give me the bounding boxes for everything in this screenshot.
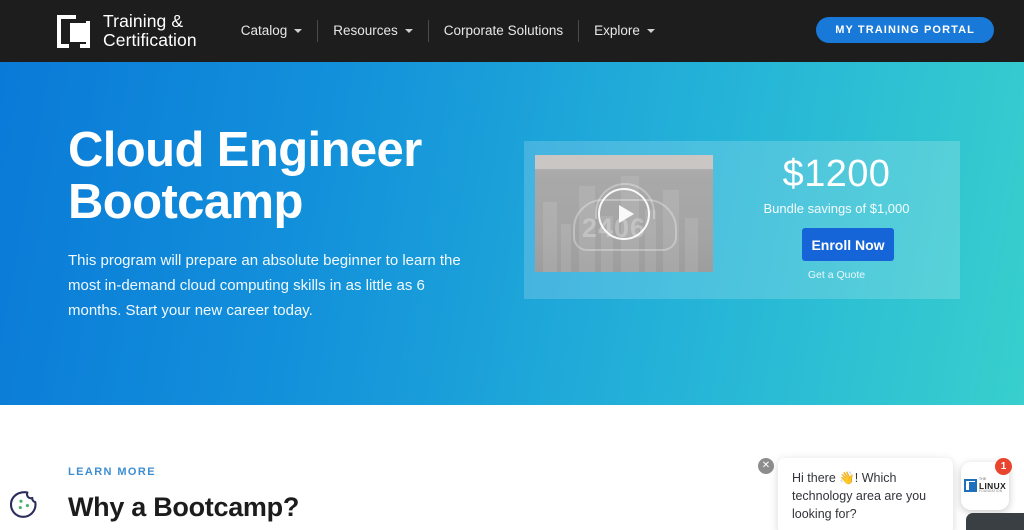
nav-item-catalog[interactable]: Catalog <box>226 20 319 42</box>
chat-message-bubble[interactable]: Hi there 👋! Which technology area are yo… <box>778 458 953 530</box>
nav-label: Resources <box>333 23 398 38</box>
video-thumbnail[interactable]: 2406 <box>535 155 713 272</box>
hero-description: This program will prepare an absolute be… <box>68 252 461 319</box>
hero-title-line-1: Cloud Engineer <box>68 123 422 177</box>
chevron-down-icon <box>294 29 303 33</box>
hero-title: Cloud Engineer Bootcamp <box>68 124 498 228</box>
thumbnail-shape <box>685 218 698 272</box>
nav-label: Explore <box>594 23 640 38</box>
cookie-icon[interactable] <box>9 489 40 520</box>
nav-item-resources[interactable]: Resources <box>318 20 429 42</box>
thumbnail-shape <box>561 224 571 272</box>
enroll-now-button[interactable]: Enroll Now <box>802 228 894 261</box>
nav-item-corporate-solutions[interactable]: Corporate Solutions <box>429 20 580 42</box>
chat-close-icon[interactable]: ✕ <box>758 458 774 474</box>
page-root: Training & Certification Catalog Resourc… <box>0 0 1024 530</box>
price-value: $1200 <box>782 153 891 195</box>
lf-foundation: FOUNDATION <box>978 489 1003 494</box>
section-title: Why a Bootcamp? <box>68 492 300 522</box>
main-nav: Catalog Resources Corporate Solutions Ex… <box>226 19 670 43</box>
nav-label: Corporate Solutions <box>443 23 564 38</box>
brand-text: Training & Certification <box>103 12 197 50</box>
linux-foundation-logo-icon: THE LINUX FOUNDATION <box>963 478 1006 494</box>
brand-logo[interactable]: Training & Certification <box>57 12 197 50</box>
thumbnail-shape <box>543 202 557 272</box>
nav-label: Catalog <box>240 23 288 38</box>
thumbnail-band <box>535 155 713 169</box>
logo-mark-icon <box>57 13 91 49</box>
bottom-overlay-panel[interactable] <box>966 513 1024 530</box>
play-icon[interactable] <box>598 187 650 240</box>
brand-line-2: Certification <box>103 30 197 50</box>
chat-unread-badge: 1 <box>995 458 1012 475</box>
section-eyebrow: LEARN MORE <box>68 466 156 478</box>
offer-card: 2406 $1200 Bundle savings of $1,000 Enro… <box>524 141 960 299</box>
chevron-down-icon <box>404 29 413 33</box>
savings-text: Bundle savings of $1,000 <box>763 201 910 216</box>
hero-title-line-2: Bootcamp <box>68 175 303 229</box>
brand-line-1: Training & <box>103 11 184 31</box>
get-a-quote-link[interactable]: Get a Quote <box>713 269 960 281</box>
site-header: Training & Certification Catalog Resourc… <box>0 0 1024 62</box>
hero-section: Cloud Engineer Bootcamp This program wil… <box>0 62 1024 405</box>
chevron-down-icon <box>646 29 655 33</box>
nav-item-explore[interactable]: Explore <box>579 20 670 42</box>
my-training-portal-button[interactable]: MY TRAINING PORTAL <box>816 17 994 43</box>
